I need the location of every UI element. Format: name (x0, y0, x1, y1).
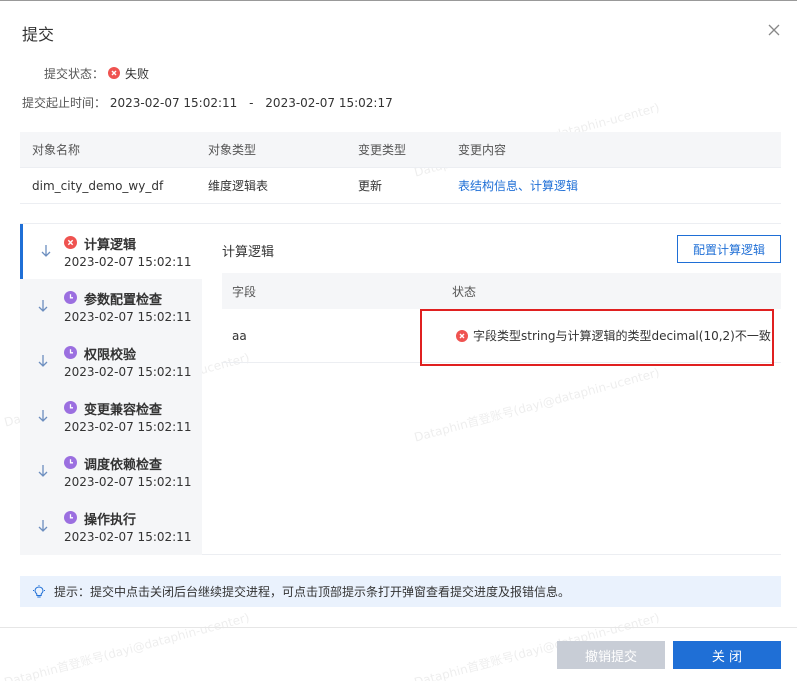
clock-icon (64, 291, 77, 304)
clock-icon (64, 511, 77, 524)
step-name: 权限校验 (84, 348, 137, 363)
table-row: aa 字段类型string与计算逻辑的类型decimal(10,2)不一致 (222, 309, 781, 363)
step-item-param-check[interactable]: 参数配置检查 2023-02-07 15:02:11 (20, 279, 202, 334)
change-type: 更新 (358, 179, 383, 193)
arrow-down-icon (37, 409, 49, 423)
column-header: 变更类型 (358, 143, 407, 157)
step-name: 调度依赖检查 (84, 458, 163, 473)
column-header: 变更内容 (458, 143, 507, 157)
step-item-calc-logic[interactable]: 计算逻辑 2023-02-07 15:02:11 (20, 224, 202, 279)
step-time: 2023-02-07 15:02:11 (64, 310, 192, 324)
step-list: 计算逻辑 2023-02-07 15:02:11 参数配置检查 2023-02-… (20, 224, 202, 555)
step-item-execute[interactable]: 操作执行 2023-02-07 15:02:11 (20, 499, 202, 554)
detail-title: 计算逻辑 (222, 245, 275, 260)
step-name: 操作执行 (84, 513, 137, 528)
step-item-compat-check[interactable]: 变更兼容检查 2023-02-07 15:02:11 (20, 389, 202, 444)
dialog-title: 提交 (22, 25, 55, 44)
step-time: 2023-02-07 15:02:11 (64, 365, 192, 379)
submit-status: 提交状态： 失败 (44, 65, 149, 81)
footer-divider (0, 627, 797, 628)
field-status: 字段类型string与计算逻辑的类型decimal(10,2)不一致 (442, 327, 781, 344)
time-end: 2023-02-07 15:02:17 (265, 96, 393, 110)
arrow-down-icon (37, 464, 49, 478)
clock-icon (64, 346, 77, 359)
error-circle-icon (456, 329, 468, 342)
arrow-down-icon (40, 244, 52, 258)
time-label: 提交起止时间： (22, 96, 107, 110)
time-separator: - (249, 96, 254, 110)
column-header: 状态 (452, 284, 477, 299)
field-name: aa (232, 328, 247, 343)
step-time: 2023-02-07 15:02:11 (64, 255, 192, 269)
object-table: 对象名称 对象类型 变更类型 变更内容 dim_city_demo_wy_df … (20, 132, 781, 204)
status-value: 失败 (125, 66, 150, 81)
error-circle-icon (108, 67, 121, 79)
clock-icon (64, 401, 77, 414)
object-type: 维度逻辑表 (208, 179, 269, 193)
status-label: 提交状态： (44, 66, 105, 81)
watermark: Dataphin首登账号(dayi@dataphin-ucenter) (2, 610, 251, 681)
detail-table: 字段 状态 aa 字段类型string与计算逻辑的类型decimal(10,2)… (222, 273, 781, 363)
tip-text: 提示：提交中点击关闭后台继续提交进程，可点击顶部提示条打开弹窗查看提交进度及报错… (54, 585, 571, 599)
time-start: 2023-02-07 15:02:11 (109, 96, 238, 110)
object-table-header: 对象名称 对象类型 变更类型 变更内容 (20, 132, 781, 168)
status-message: 字段类型string与计算逻辑的类型decimal(10,2)不一致 (473, 329, 771, 343)
arrow-down-icon (37, 354, 49, 368)
table-row: dim_city_demo_wy_df 维度逻辑表 更新 表结构信息、计算逻辑 (20, 168, 781, 204)
config-calc-logic-button[interactable]: 配置计算逻辑 (677, 235, 781, 263)
change-content-link[interactable]: 表结构信息、计算逻辑 (458, 177, 781, 194)
step-item-dependency-check[interactable]: 调度依赖检查 2023-02-07 15:02:11 (20, 444, 202, 499)
lightbulb-icon (32, 584, 46, 599)
step-name: 参数配置检查 (84, 293, 163, 308)
step-item-permission[interactable]: 权限校验 2023-02-07 15:02:11 (20, 334, 202, 389)
step-time: 2023-02-07 15:02:11 (64, 475, 192, 489)
object-name: dim_city_demo_wy_df (32, 178, 164, 193)
step-name: 计算逻辑 (84, 238, 137, 253)
arrow-down-icon (37, 299, 49, 313)
step-time: 2023-02-07 15:02:11 (64, 420, 192, 434)
step-name: 变更兼容检查 (84, 403, 163, 418)
cancel-submit-button[interactable]: 撤销提交 (557, 641, 665, 669)
submit-time-range: 提交起止时间： 2023-02-07 15:02:11 - 2023-02-07… (22, 94, 393, 111)
column-header: 字段 (232, 284, 257, 299)
clock-icon (64, 456, 77, 469)
error-circle-icon (64, 236, 77, 249)
submit-dialog: Dataphin首登账号(dayi@dataphin-ucenter) Data… (0, 0, 797, 681)
close-icon[interactable] (767, 23, 781, 37)
check-panel: 计算逻辑 2023-02-07 15:02:11 参数配置检查 2023-02-… (20, 223, 781, 555)
tip-banner[interactable]: 提示：提交中点击关闭后台继续提交进程，可点击顶部提示条打开弹窗查看提交进度及报错… (20, 576, 781, 607)
column-header: 对象类型 (208, 143, 257, 157)
column-header: 对象名称 (32, 143, 81, 157)
arrow-down-icon (37, 519, 49, 533)
detail-table-header: 字段 状态 (222, 273, 781, 309)
close-button[interactable]: 关 闭 (673, 641, 781, 669)
step-time: 2023-02-07 15:02:11 (64, 530, 192, 544)
